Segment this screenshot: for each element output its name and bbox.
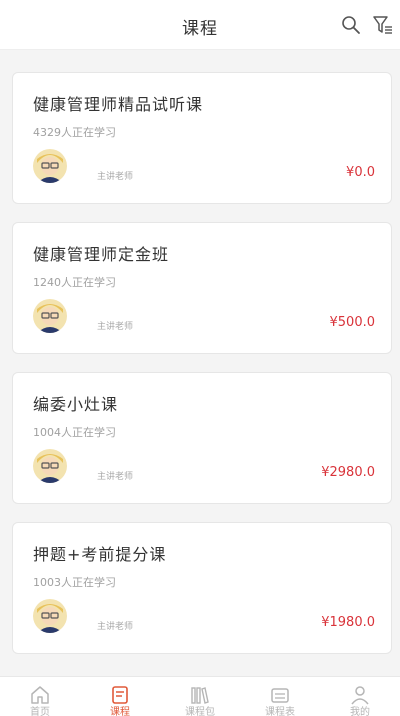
teacher-avatar bbox=[33, 149, 67, 183]
tab-label: 课程 bbox=[110, 707, 130, 716]
course-title: 健康管理师定金班 bbox=[33, 245, 170, 264]
course-title: 押题+考前提分课 bbox=[33, 545, 167, 564]
search-icon bbox=[342, 16, 360, 34]
course-title: 健康管理师精品试听课 bbox=[33, 95, 204, 114]
tab-course[interactable]: 课程 bbox=[80, 677, 160, 716]
learner-count: 1240人正在学习 bbox=[33, 276, 116, 289]
course-card[interactable]: 健康管理师定金班 1240人正在学习 主讲老师 ¥500.0 bbox=[12, 222, 392, 354]
course-icon bbox=[109, 684, 131, 706]
teacher-label: 主讲老师 bbox=[97, 472, 134, 482]
teacher-label: 主讲老师 bbox=[97, 622, 134, 632]
course-price: ¥1980.0 bbox=[321, 615, 375, 630]
course-title: 编委小灶课 bbox=[33, 395, 119, 414]
tab-home[interactable]: 首页 bbox=[0, 677, 80, 716]
course-price: ¥0.0 bbox=[346, 165, 375, 180]
teacher-avatar bbox=[33, 599, 67, 633]
tab-label: 我的 bbox=[350, 707, 370, 716]
tab-label: 课程包 bbox=[185, 707, 215, 716]
tab-label: 课程表 bbox=[265, 707, 295, 716]
teacher-avatar bbox=[33, 449, 67, 483]
teacher-label: 主讲老师 bbox=[97, 322, 134, 332]
teacher-avatar-icon bbox=[33, 599, 67, 633]
teacher-avatar bbox=[33, 299, 67, 333]
filter-button[interactable] bbox=[372, 14, 394, 36]
course-list: 健康管理师精品试听课 4329人正在学习 主讲老师 ¥0.0 健康管理师定金班 … bbox=[12, 72, 392, 672]
search-button[interactable] bbox=[340, 14, 362, 36]
course-price: ¥2980.0 bbox=[321, 465, 375, 480]
teacher-label: 主讲老师 bbox=[97, 172, 134, 182]
learner-count: 1003人正在学习 bbox=[33, 576, 116, 589]
library-icon bbox=[189, 684, 211, 706]
tab-schedule[interactable]: 课程表 bbox=[240, 677, 320, 716]
teacher-avatar-icon bbox=[33, 299, 67, 333]
profile-icon bbox=[349, 684, 371, 706]
home-icon bbox=[29, 684, 51, 706]
course-price: ¥500.0 bbox=[329, 315, 376, 330]
filter-icon bbox=[373, 16, 392, 34]
teacher-avatar-icon bbox=[33, 449, 67, 483]
tab-label: 首页 bbox=[30, 707, 50, 716]
course-card[interactable]: 押题+考前提分课 1003人正在学习 主讲老师 ¥1980.0 bbox=[12, 522, 392, 654]
bottom-tab-bar: 首页 课程 课程包 课程表 我的 bbox=[0, 676, 400, 716]
tab-profile[interactable]: 我的 bbox=[320, 677, 400, 716]
course-card[interactable]: 编委小灶课 1004人正在学习 主讲老师 ¥2980.0 bbox=[12, 372, 392, 504]
learner-count: 1004人正在学习 bbox=[33, 426, 116, 439]
tab-library[interactable]: 课程包 bbox=[160, 677, 240, 716]
top-bar: 课程 bbox=[0, 0, 400, 50]
course-card[interactable]: 健康管理师精品试听课 4329人正在学习 主讲老师 ¥0.0 bbox=[12, 72, 392, 204]
learner-count: 4329人正在学习 bbox=[33, 126, 116, 139]
teacher-avatar-icon bbox=[33, 149, 67, 183]
schedule-icon bbox=[269, 684, 291, 706]
